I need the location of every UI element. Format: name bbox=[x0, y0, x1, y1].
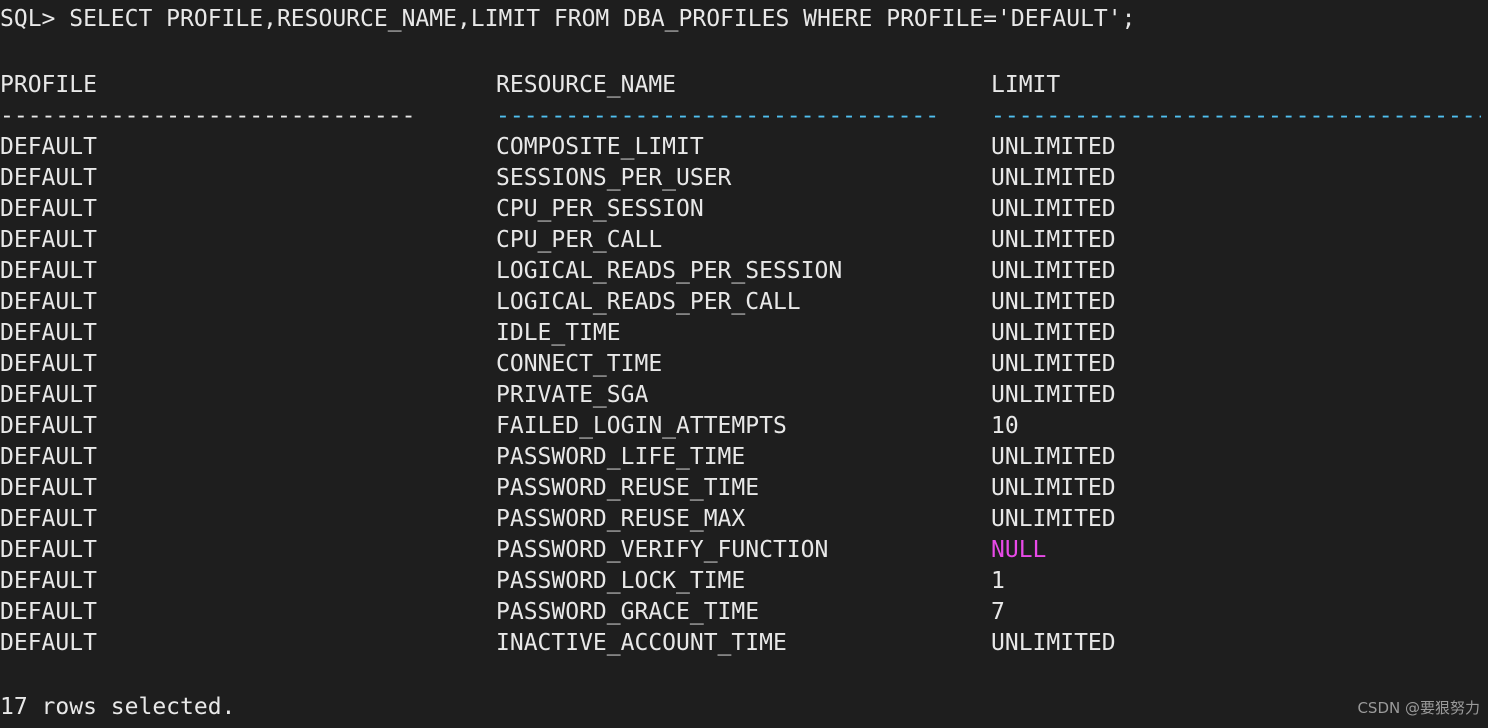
cell-resource-name: SESSIONS_PER_USER bbox=[496, 165, 732, 191]
table-row: DEFAULT COMPOSITE_LIMIT UNLIMITED bbox=[0, 132, 1481, 163]
table-row: DEFAULT PASSWORD_GRACE_TIME 7 bbox=[0, 597, 1481, 628]
terminal-window[interactable]: SQL> SELECT PROFILE,RESOURCE_NAME,LIMIT … bbox=[0, 0, 1488, 728]
column-header-resource-name: RESOURCE_NAME bbox=[496, 72, 677, 98]
table-row: DEFAULT PASSWORD_REUSE_TIME UNLIMITED bbox=[0, 473, 1481, 504]
cell-limit: UNLIMITED bbox=[991, 165, 1116, 191]
table-row: DEFAULT CONNECT_TIME UNLIMITED bbox=[0, 349, 1481, 380]
cell-limit: UNLIMITED bbox=[991, 506, 1116, 532]
cell-resource-name: PASSWORD_REUSE_MAX bbox=[496, 506, 746, 532]
table-row: DEFAULT PASSWORD_REUSE_MAX UNLIMITED bbox=[0, 504, 1481, 535]
cell-profile: DEFAULT bbox=[0, 134, 97, 160]
cell-profile: DEFAULT bbox=[0, 196, 97, 222]
cell-limit: UNLIMITED bbox=[991, 351, 1116, 377]
table-header-rule-row: ------------------------------ ----------… bbox=[0, 101, 1481, 132]
cell-limit-null: NULL bbox=[991, 537, 1047, 563]
cell-profile: DEFAULT bbox=[0, 351, 97, 377]
cell-resource-name: PASSWORD_VERIFY_FUNCTION bbox=[496, 537, 829, 563]
cell-limit: UNLIMITED bbox=[991, 227, 1116, 253]
table-row: DEFAULT PASSWORD_LOCK_TIME 1 bbox=[0, 566, 1481, 597]
cell-profile: DEFAULT bbox=[0, 444, 97, 470]
cell-limit: 7 bbox=[991, 599, 1005, 625]
column-header-limit: LIMIT bbox=[991, 72, 1061, 98]
table-row: DEFAULT CPU_PER_SESSION UNLIMITED bbox=[0, 194, 1481, 225]
cell-resource-name: FAILED_LOGIN_ATTEMPTS bbox=[496, 413, 787, 439]
header-rule-limit: ---------------------------------------- bbox=[991, 103, 1481, 129]
cell-profile: DEFAULT bbox=[0, 227, 97, 253]
cell-limit: UNLIMITED bbox=[991, 444, 1116, 470]
cell-limit: UNLIMITED bbox=[991, 320, 1116, 346]
sql-command-text: SQL> SELECT PROFILE,RESOURCE_NAME,LIMIT … bbox=[0, 6, 1136, 32]
cell-profile: DEFAULT bbox=[0, 289, 97, 315]
cell-resource-name: CPU_PER_SESSION bbox=[496, 196, 704, 222]
cell-resource-name: CPU_PER_CALL bbox=[496, 227, 663, 253]
cell-resource-name: COMPOSITE_LIMIT bbox=[496, 134, 704, 160]
cell-profile: DEFAULT bbox=[0, 599, 97, 625]
terminal-content: SQL> SELECT PROFILE,RESOURCE_NAME,LIMIT … bbox=[0, 0, 1481, 659]
cell-resource-name: INACTIVE_ACCOUNT_TIME bbox=[496, 630, 787, 656]
cell-profile: DEFAULT bbox=[0, 506, 97, 532]
table-row: DEFAULT CPU_PER_CALL UNLIMITED bbox=[0, 225, 1481, 256]
cell-profile: DEFAULT bbox=[0, 320, 97, 346]
table-row: DEFAULT PRIVATE_SGA UNLIMITED bbox=[0, 380, 1481, 411]
cell-limit: UNLIMITED bbox=[991, 630, 1116, 656]
sql-prompt-line[interactable]: SQL> SELECT PROFILE,RESOURCE_NAME,LIMIT … bbox=[0, 0, 1481, 39]
cell-resource-name: LOGICAL_READS_PER_CALL bbox=[496, 289, 801, 315]
cell-limit: UNLIMITED bbox=[991, 382, 1116, 408]
table-row: DEFAULT IDLE_TIME UNLIMITED bbox=[0, 318, 1481, 349]
cell-profile: DEFAULT bbox=[0, 165, 97, 191]
cell-profile: DEFAULT bbox=[0, 568, 97, 594]
cell-resource-name: PASSWORD_LOCK_TIME bbox=[496, 568, 746, 594]
table-row: DEFAULT INACTIVE_ACCOUNT_TIME UNLIMITED bbox=[0, 628, 1481, 659]
header-rule-profile: ------------------------------ bbox=[0, 103, 416, 129]
cell-resource-name: PRIVATE_SGA bbox=[496, 382, 649, 408]
cell-resource-name: PASSWORD_LIFE_TIME bbox=[496, 444, 746, 470]
cell-limit: UNLIMITED bbox=[991, 475, 1116, 501]
cell-profile: DEFAULT bbox=[0, 537, 97, 563]
table-header-row: PROFILE RESOURCE_NAME LIMIT bbox=[0, 70, 1481, 101]
table-row: DEFAULT SESSIONS_PER_USER UNLIMITED bbox=[0, 163, 1481, 194]
cell-profile: DEFAULT bbox=[0, 382, 97, 408]
cell-profile: DEFAULT bbox=[0, 630, 97, 656]
cell-resource-name: CONNECT_TIME bbox=[496, 351, 663, 377]
cell-resource-name: IDLE_TIME bbox=[496, 320, 621, 346]
cell-limit: UNLIMITED bbox=[991, 258, 1116, 284]
cell-profile: DEFAULT bbox=[0, 475, 97, 501]
cell-limit: 10 bbox=[991, 413, 1019, 439]
cell-profile: DEFAULT bbox=[0, 258, 97, 284]
table-row: DEFAULT FAILED_LOGIN_ATTEMPTS 10 bbox=[0, 411, 1481, 442]
cell-resource-name: PASSWORD_GRACE_TIME bbox=[496, 599, 760, 625]
table-row: DEFAULT LOGICAL_READS_PER_CALL UNLIMITED bbox=[0, 287, 1481, 318]
cell-limit: UNLIMITED bbox=[991, 196, 1116, 222]
table-row: DEFAULT LOGICAL_READS_PER_SESSION UNLIMITE… bbox=[0, 256, 1481, 287]
column-header-profile: PROFILE bbox=[0, 72, 97, 98]
table-row: DEFAULT PASSWORD_VERIFY_FUNCTION NULL bbox=[0, 535, 1481, 566]
csdn-watermark: CSDN @要狠努力 bbox=[1357, 699, 1480, 717]
table-row: DEFAULT PASSWORD_LIFE_TIME UNLIMITED bbox=[0, 442, 1481, 473]
table-body: DEFAULT COMPOSITE_LIMIT UNLIMITED DEFAULT SE… bbox=[0, 132, 1481, 659]
cell-resource-name: PASSWORD_REUSE_TIME bbox=[496, 475, 760, 501]
header-rule-resource: -------------------------------- bbox=[496, 103, 940, 129]
cell-limit: 1 bbox=[991, 568, 1005, 594]
status-line: 17 rows selected. bbox=[0, 694, 236, 720]
cell-limit: UNLIMITED bbox=[991, 289, 1116, 315]
cell-profile: DEFAULT bbox=[0, 413, 97, 439]
cell-resource-name: LOGICAL_READS_PER_SESSION bbox=[496, 258, 843, 284]
cell-limit: UNLIMITED bbox=[991, 134, 1116, 160]
